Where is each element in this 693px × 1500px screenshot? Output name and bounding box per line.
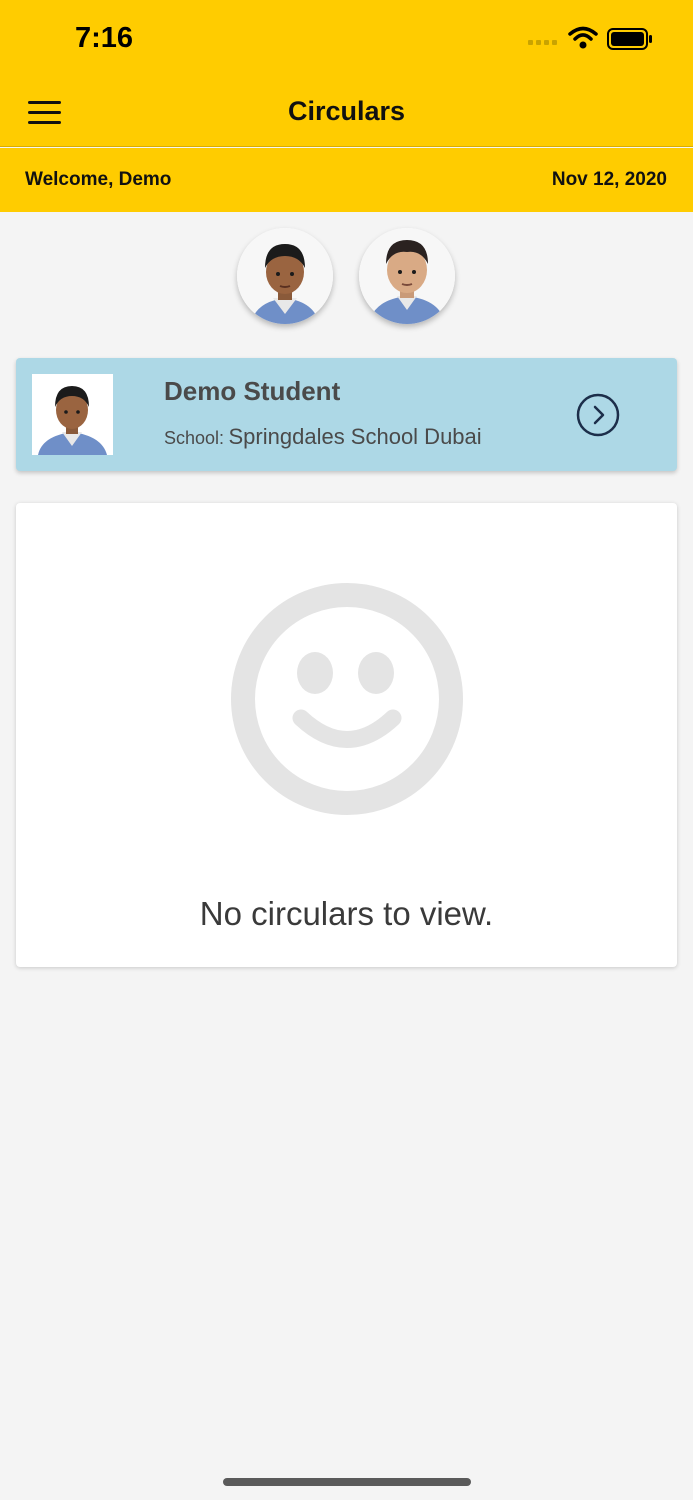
student-avatar-2[interactable] bbox=[359, 228, 455, 324]
school-label: School: bbox=[164, 428, 225, 448]
student-photo-icon bbox=[32, 374, 113, 455]
school-info: School: Springdales School Dubai bbox=[164, 424, 482, 450]
welcome-bar: Welcome, Demo Nov 12, 2020 bbox=[0, 148, 693, 212]
current-date: Nov 12, 2020 bbox=[551, 169, 667, 190]
student-name: Demo Student bbox=[164, 376, 341, 406]
student-avatar-1[interactable] bbox=[237, 228, 333, 324]
school-name: Springdales School Dubai bbox=[228, 424, 482, 449]
battery-icon bbox=[607, 28, 652, 50]
student-photo bbox=[32, 374, 113, 455]
student-photo-icon bbox=[359, 228, 455, 324]
page-title: Circulars bbox=[287, 96, 406, 126]
selected-student-card[interactable]: Demo Student School: Springdales School … bbox=[16, 358, 677, 471]
smiley-face-icon bbox=[231, 583, 463, 815]
student-photo-icon bbox=[237, 228, 333, 324]
navigation-bar: Circulars bbox=[0, 80, 693, 147]
cellular-signal-icon bbox=[528, 40, 557, 45]
welcome-greeting: Welcome, Demo bbox=[25, 169, 172, 190]
home-indicator[interactable] bbox=[223, 1478, 471, 1486]
wifi-icon bbox=[568, 26, 598, 49]
empty-state-message: No circulars to view. bbox=[199, 895, 494, 932]
chevron-right-circle-icon[interactable] bbox=[576, 393, 620, 437]
status-bar: 7:16 bbox=[0, 0, 693, 80]
empty-state-card: No circulars to view. bbox=[16, 503, 677, 967]
status-time: 7:16 bbox=[75, 22, 134, 54]
